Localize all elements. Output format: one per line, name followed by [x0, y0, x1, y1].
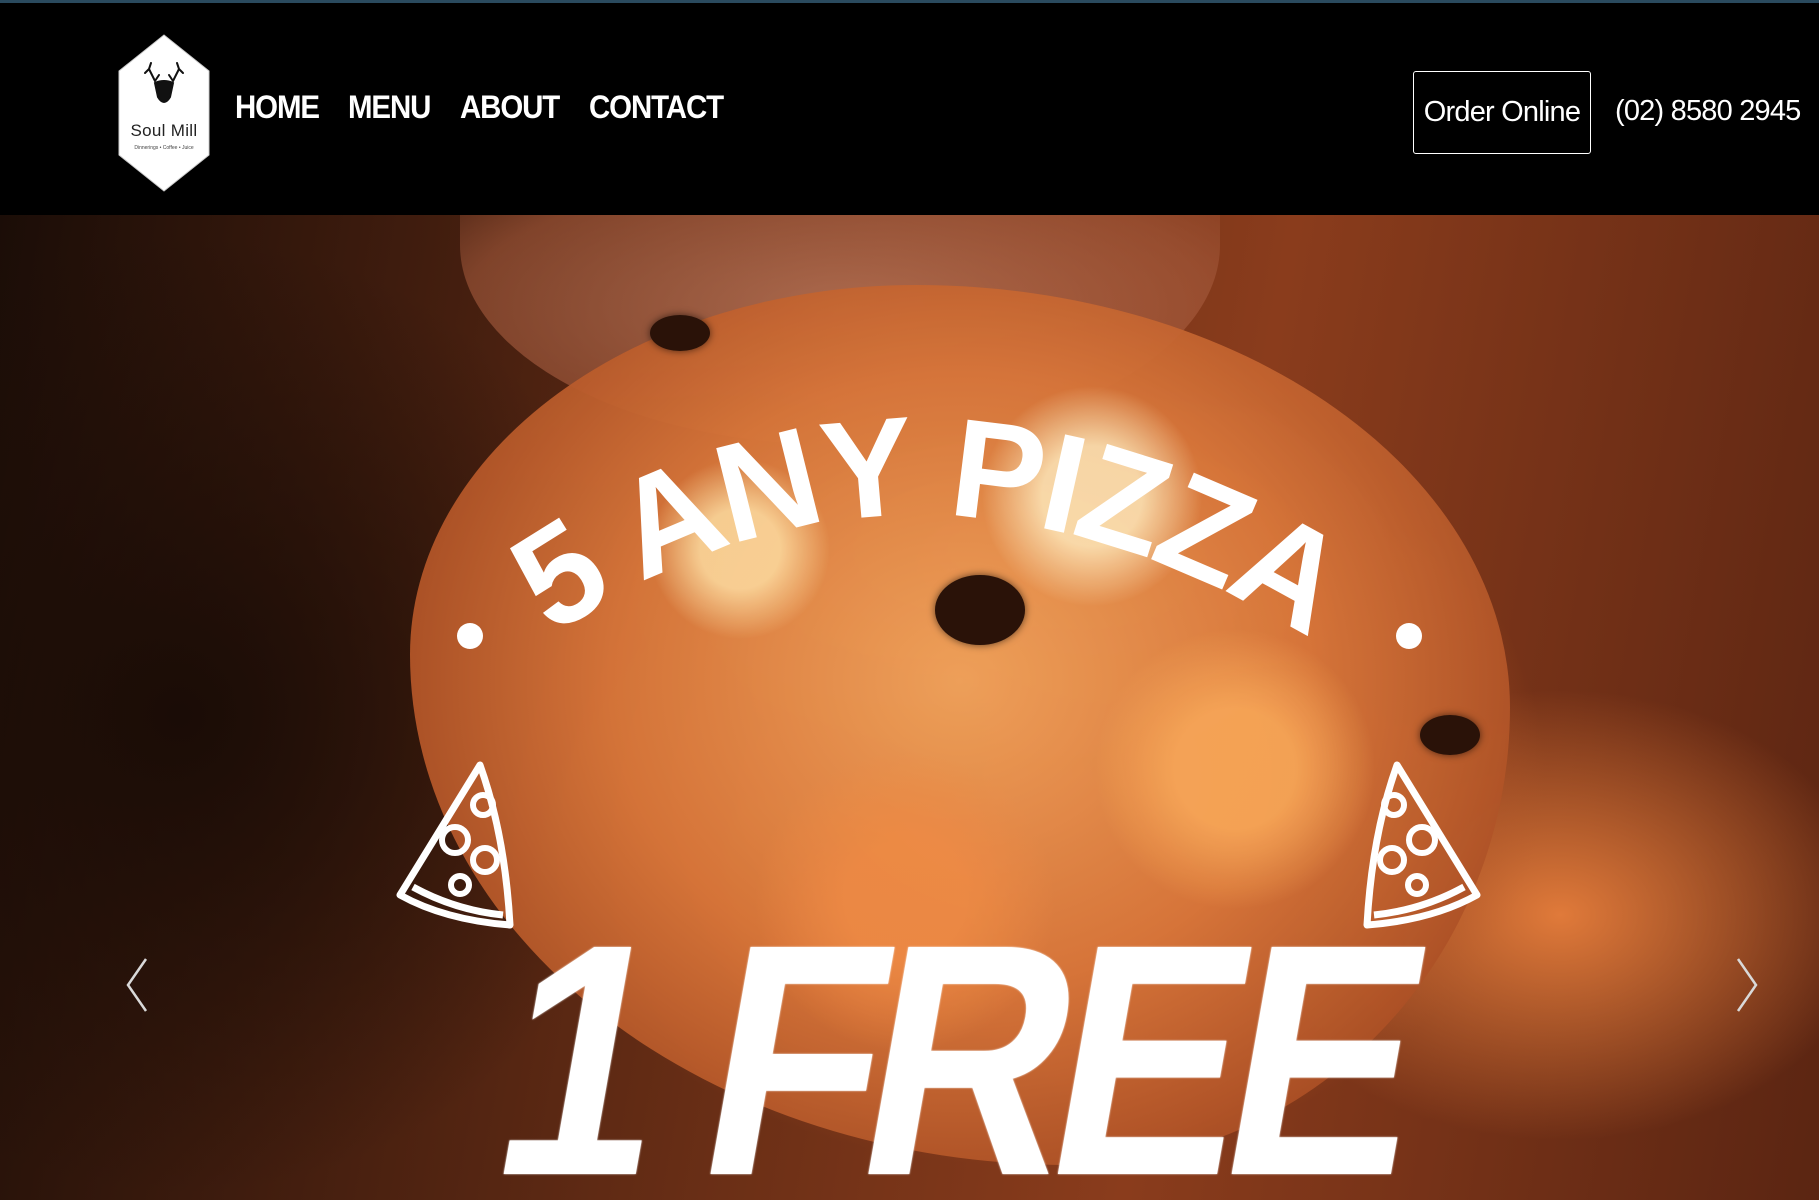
promo-line1: 5 ANY PIZZA [485, 386, 1373, 662]
nav-menu[interactable]: MENU [348, 89, 431, 126]
slider-next-button[interactable] [1734, 955, 1760, 1015]
dot-left [457, 623, 483, 649]
order-online-button[interactable]: Order Online [1413, 71, 1591, 154]
pizza-slice-icon-right [1363, 761, 1481, 929]
nav-contact[interactable]: CONTACT [589, 89, 724, 126]
main-nav: HOME MENU ABOUT CONTACT [235, 89, 735, 126]
logo-tagline: Dinnerings • Coffee • Juice [134, 145, 194, 151]
chevron-right-icon [1736, 958, 1758, 1012]
svg-text:5 ANY PIZZA: 5 ANY PIZZA [485, 386, 1369, 662]
logo[interactable]: Soul Mill Dinnerings • Coffee • Juice [115, 33, 213, 193]
chevron-left-icon [126, 958, 148, 1012]
dot-right [1396, 623, 1422, 649]
hero-slider: 5 ANY PIZZA 1 FREE [0, 215, 1819, 1200]
nav-home[interactable]: HOME [235, 89, 320, 126]
site-header: Soul Mill Dinnerings • Coffee • Juice HO… [0, 3, 1819, 215]
logo-hexagon-icon [118, 34, 210, 192]
phone-number[interactable]: (02) 8580 2945 [1615, 95, 1801, 128]
logo-name: Soul Mill [130, 121, 198, 140]
nav-about[interactable]: ABOUT [460, 89, 560, 126]
promo-line2: 1 FREE [473, 875, 1440, 1200]
slider-prev-button[interactable] [124, 955, 150, 1015]
pizza-slice-icon-left [396, 761, 514, 929]
